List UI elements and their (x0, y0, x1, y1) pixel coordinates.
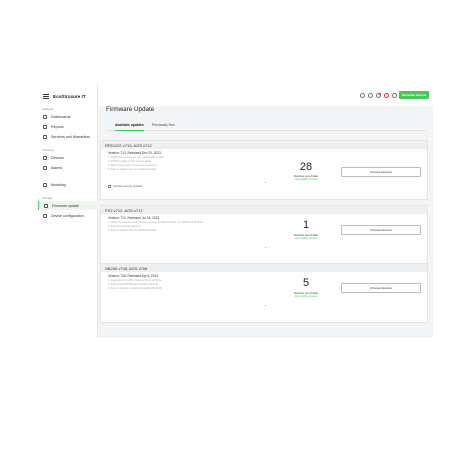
release-note-line: 4. Refer to release notes for additional… (108, 168, 157, 171)
card-title: NB250 v708, AOS v708 (101, 264, 427, 272)
out-of-date-count: 1 (302, 219, 310, 231)
choose-devices-button[interactable]: Choose Devices (341, 225, 421, 235)
out-of-date-count: 5 (302, 277, 310, 289)
sidebar-item-firmware-update[interactable]: Firmware update (38, 201, 98, 210)
release-note-line: 2. Implemented HTTPS strict transport Se… (108, 283, 159, 286)
menu-icon[interactable] (43, 94, 49, 99)
release-note-line: 2. HTTPS security is TLS 1.2 now added (108, 160, 152, 163)
report-icon (43, 124, 47, 129)
sidebar-item-label: Device configuration (51, 213, 84, 218)
release-note-line: 1. SNMP trap numbers are now configurabl… (108, 156, 164, 159)
view-eligible-devices-link[interactable]: View eligible devices (279, 178, 333, 181)
alert-icon[interactable] (384, 93, 389, 98)
firmware-card: PX2 v712, AOS v712 Version: 712, Release… (100, 205, 428, 265)
release-note-line: 3. Refer to release notes for additional… (108, 229, 157, 232)
brand-logo: Schneider Electric (399, 91, 429, 99)
security-updates-checkbox[interactable]: Includes security updates (108, 185, 142, 188)
release-note-line: 3. Refer to ups doc for additional detai… (108, 287, 162, 290)
sidebar-item-alarms[interactable]: Alarms (38, 163, 98, 172)
version-text: Version: 712, Released Jul 18, 2023 (108, 216, 160, 220)
shield-icon (43, 134, 47, 139)
view-eligible-devices-link[interactable]: View eligible devices (279, 295, 333, 298)
sidebar-item-modeling[interactable]: Modeling (38, 180, 98, 189)
version-text: Version: 713, Released Dec 20, 2023 (108, 151, 161, 155)
app-window: EcoStruxure IT Analysis Dashboards Repor… (38, 84, 433, 338)
dashboard-icon (43, 114, 47, 119)
firmware-card: NB250 v708, AOS v708 Version: 708, Relea… (100, 263, 428, 323)
sidebar-item-dashboards[interactable]: Dashboards (38, 112, 98, 121)
sidebar-item-label: Reports (51, 124, 64, 129)
user-icon[interactable] (392, 93, 397, 98)
brand-name: EcoStruxure IT (53, 94, 86, 99)
section-label-analysis: Analysis (42, 107, 54, 111)
sidebar-item-device-configuration[interactable]: Device configuration (38, 211, 98, 220)
page-title: Firmware Update (106, 106, 155, 113)
cube-icon (43, 182, 47, 187)
chevron-down-icon[interactable]: ⌄ (264, 302, 267, 307)
choose-devices-button[interactable]: Choose Devices (341, 167, 421, 177)
sidebar-item-label: Services and Warranties (51, 134, 91, 139)
checkbox-icon[interactable] (108, 185, 111, 188)
sidebar-item-label: Firmware update (52, 203, 79, 208)
tab-available-updates[interactable]: Available updates (115, 123, 144, 131)
sidebar-item-services[interactable]: Services and Warranties (38, 132, 98, 141)
sidebar-item-label: Dashboards (51, 114, 71, 119)
card-title: RPDU2G v713, AOS v712 (101, 141, 427, 149)
sidebar-item-devices[interactable]: Devices (38, 153, 98, 162)
firmware-card: RPDU2G v713, AOS v712 Version: 713, Rele… (100, 140, 428, 200)
top-bar: Schneider Electric (98, 84, 433, 106)
sidebar-item-label: Alarms (51, 165, 63, 170)
device-icon (43, 155, 47, 160)
release-note-line: 1. Added alarm for UPS module error on c… (108, 279, 162, 282)
version-text: Version: 708, Released Apr 8, 2023 (108, 274, 159, 278)
app-logo[interactable]: EcoStruxure IT (43, 94, 86, 99)
chevron-down-icon[interactable]: ⌄ (264, 244, 267, 249)
upload-icon (44, 203, 48, 208)
release-note-line: 1. Adds a Temperature alert maximum leve… (108, 221, 204, 224)
sidebar: EcoStruxure IT Analysis Dashboards Repor… (38, 84, 98, 338)
help-icon[interactable] (368, 93, 373, 98)
release-note-line: 2. Bug fixes and improvements (108, 225, 141, 228)
main-content: Firmware Update Available updates Previo… (98, 106, 433, 338)
tab-bar: Available updates Previously Run (106, 122, 426, 131)
chevron-down-icon[interactable]: ⌄ (264, 179, 267, 184)
card-title: PX2 v712, AOS v712 (101, 206, 427, 214)
section-label-manage: Manage (42, 196, 53, 200)
view-eligible-devices-link[interactable]: View eligible devices (279, 237, 333, 240)
release-note-line: 3. Web improvements to customer experien… (108, 164, 157, 167)
settings-icon (43, 213, 47, 218)
sidebar-item-reports[interactable]: Reports (38, 122, 98, 131)
section-label-inventory: Inventory (42, 148, 55, 152)
out-of-date-count: 28 (299, 161, 313, 173)
notification-icon[interactable] (376, 93, 381, 98)
sidebar-item-label: Modeling (51, 182, 66, 187)
tab-previously-run[interactable]: Previously Run (152, 123, 175, 130)
bell-icon (43, 165, 47, 170)
sidebar-item-label: Devices (51, 155, 64, 160)
search-icon[interactable] (360, 93, 365, 98)
checkbox-label: Includes security updates (113, 185, 143, 188)
choose-devices-button[interactable]: Choose Devices (341, 283, 421, 293)
